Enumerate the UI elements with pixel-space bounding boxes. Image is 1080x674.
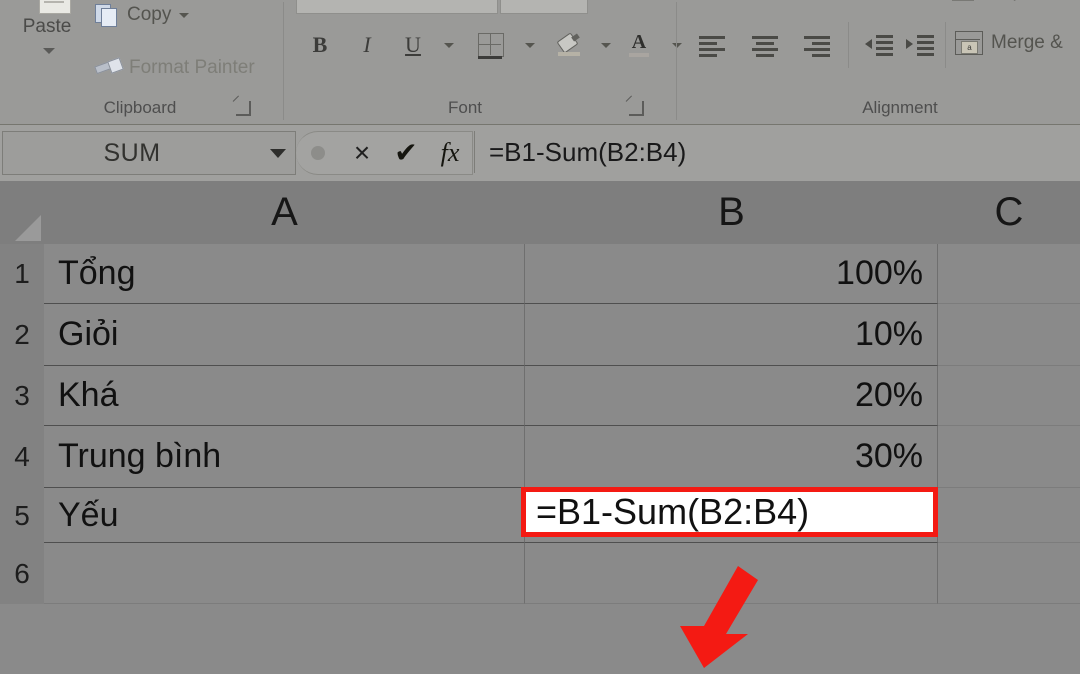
cell-a6[interactable] xyxy=(44,543,525,604)
mini-separator xyxy=(848,22,849,68)
merge-label: Merge & xyxy=(991,32,1063,53)
enter-button[interactable]: ✔ xyxy=(384,132,428,174)
row-header-6[interactable]: 6 xyxy=(0,543,45,604)
wrap-text-button[interactable]: Wrap Text xyxy=(952,0,1080,4)
fill-color-dropdown-caret-icon[interactable] xyxy=(589,28,623,62)
cell-b4[interactable]: 30% xyxy=(525,426,938,488)
row-header-5[interactable]: 5 xyxy=(0,488,45,544)
borders-button[interactable] xyxy=(474,28,508,62)
fill-color-button[interactable] xyxy=(552,28,586,62)
format-painter-icon xyxy=(94,57,124,79)
copy-label: Copy xyxy=(127,4,172,25)
bold-button[interactable]: B xyxy=(303,28,337,62)
clipboard-dialog-launcher[interactable] xyxy=(236,101,251,116)
cell-b2[interactable]: 10% xyxy=(525,304,938,366)
font-color-button[interactable]: A xyxy=(622,28,656,62)
cell-c4[interactable] xyxy=(938,426,1080,488)
ribbon-commands: Paste Copy Format Painter B I U A a Merg… xyxy=(0,0,1080,120)
name-box[interactable]: SUM xyxy=(2,131,296,175)
underline-button[interactable]: U xyxy=(396,28,430,62)
cell-c2[interactable] xyxy=(938,304,1080,366)
clipboard-group-label: Clipboard xyxy=(103,98,177,117)
font-color-icon: A xyxy=(628,31,650,57)
formula-bar: SUM × ✔ fx =B1-Sum(B2:B4) xyxy=(0,124,1080,181)
row-header-2[interactable]: 2 xyxy=(0,304,45,367)
column-header-a[interactable]: A xyxy=(44,181,526,245)
copy-dropdown-caret-icon[interactable] xyxy=(179,12,190,18)
paste-icon xyxy=(28,0,72,16)
excel-window: Paste Copy Format Painter B I U A a Merg… xyxy=(0,0,1080,668)
row-header-4[interactable]: 4 xyxy=(0,426,45,489)
cell-a4[interactable]: Trung bình xyxy=(44,426,525,488)
copy-button[interactable]: Copy xyxy=(95,0,190,30)
cancel-button[interactable]: × xyxy=(340,132,384,174)
font-name-combobox[interactable] xyxy=(296,0,498,14)
cell-c1[interactable] xyxy=(938,244,1080,304)
wrap-text-label: Wrap Text xyxy=(980,0,1060,2)
name-box-dropdown-icon[interactable] xyxy=(261,132,295,174)
active-cell-editor[interactable]: =B1-Sum(B2:B4) xyxy=(521,487,938,537)
cell-b1[interactable]: 100% xyxy=(525,244,938,304)
merge-and-center-button[interactable]: a Merge & xyxy=(955,28,1063,58)
font-group-label: Font xyxy=(447,98,483,117)
font-color-dropdown-caret-icon[interactable] xyxy=(660,28,694,62)
paste-button[interactable]: Paste xyxy=(8,0,86,85)
align-left-button[interactable] xyxy=(695,28,729,62)
formula-bar-handle xyxy=(296,132,340,174)
cell-a1[interactable]: Tổng xyxy=(44,244,525,304)
name-box-value: SUM xyxy=(103,138,161,167)
mini-separator xyxy=(945,22,946,68)
underline-dropdown-caret-icon[interactable] xyxy=(432,28,466,62)
cell-c5[interactable] xyxy=(938,488,1080,543)
format-painter-button[interactable]: Format Painter xyxy=(94,53,255,83)
increase-indent-button[interactable] xyxy=(903,28,937,62)
ribbon-group-labels: Clipboard Font Alignment xyxy=(0,92,1080,124)
insert-function-button[interactable]: fx xyxy=(428,132,472,174)
borders-icon xyxy=(478,33,504,59)
ribbon: Paste Copy Format Painter B I U A a Merg… xyxy=(0,0,1080,124)
worksheet-grid: A B C 1 Tổng 100% 2 Giỏi 10% 3 Khá 20% 4… xyxy=(0,181,1080,668)
red-arrow-down-icon xyxy=(680,566,758,668)
formula-input[interactable]: =B1-Sum(B2:B4) xyxy=(474,131,1080,173)
column-header-b[interactable]: B xyxy=(525,181,939,245)
alignment-group-label: Alignment xyxy=(862,98,938,117)
cell-b3[interactable]: 20% xyxy=(525,366,938,426)
select-all-corner[interactable] xyxy=(0,181,45,245)
align-right-button[interactable] xyxy=(800,28,834,62)
borders-dropdown-caret-icon[interactable] xyxy=(513,28,547,62)
fill-color-icon xyxy=(556,32,581,56)
format-painter-label: Format Painter xyxy=(129,57,255,78)
copy-icon xyxy=(95,4,119,27)
font-size-combobox[interactable] xyxy=(500,0,588,14)
wrap-text-icon xyxy=(952,0,974,1)
formula-bar-buttons: × ✔ fx xyxy=(296,131,473,175)
italic-button[interactable]: I xyxy=(350,28,384,62)
cell-c6[interactable] xyxy=(938,543,1080,604)
paste-label: Paste xyxy=(22,16,72,37)
row-header-1[interactable]: 1 xyxy=(0,244,45,305)
cell-a2[interactable]: Giỏi xyxy=(44,304,525,366)
cell-c3[interactable] xyxy=(938,366,1080,426)
font-dialog-launcher[interactable] xyxy=(629,101,644,116)
decrease-indent-button[interactable] xyxy=(862,28,896,62)
cell-a3[interactable]: Khá xyxy=(44,366,525,426)
merge-cells-icon: a xyxy=(955,31,983,55)
paste-dropdown-caret-icon[interactable] xyxy=(43,48,55,54)
column-header-c[interactable]: C xyxy=(938,181,1080,245)
row-header-3[interactable]: 3 xyxy=(0,366,45,427)
cell-a5[interactable]: Yếu xyxy=(44,488,525,543)
align-center-button[interactable] xyxy=(748,28,782,62)
